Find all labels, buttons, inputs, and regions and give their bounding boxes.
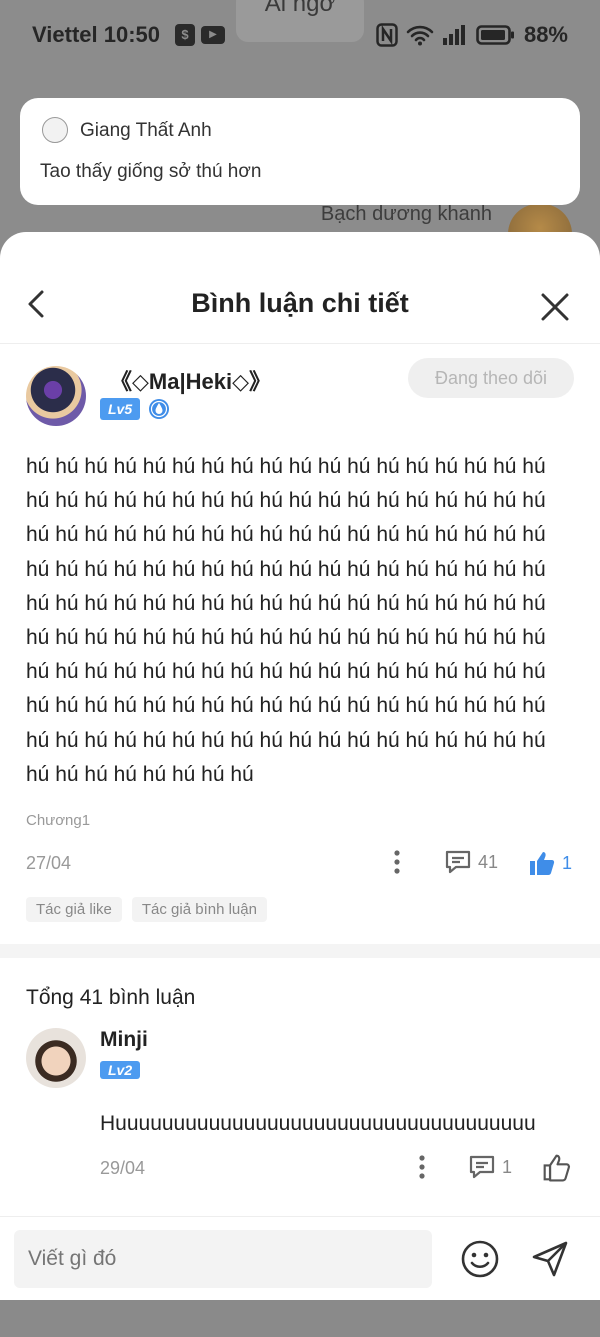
nfc-icon [376, 23, 398, 47]
notification-message: Tao thấy giống sở thú hơn [40, 161, 262, 182]
sheet-title: Bình luận chi tiết [191, 288, 409, 318]
notification-card[interactable]: Giang Thất Anh Tao thấy giống sở thú hơn [20, 98, 580, 205]
like-count: 1 [562, 852, 573, 873]
battery-icon [476, 25, 514, 45]
like-button[interactable]: 1 [528, 849, 572, 877]
total-comments-label: Tổng 41 bình luận [26, 986, 196, 1010]
tag-author-commented: Tác giả bình luận [131, 897, 267, 923]
comment-date: 27/04 [26, 853, 72, 874]
author-row: 《◇Ma|Heki◇》 Lv5 Đang theo dõi [26, 344, 574, 428]
chapter-label[interactable]: Chương1 [26, 812, 574, 829]
replies-section: Tổng 41 bình luận Minji Lv2 Huuuuuuuuuuu… [0, 986, 600, 1182]
comment-content: hú hú hú hú hú hú hú hú hú hú hú hú hú h… [26, 455, 546, 786]
emoji-icon[interactable] [460, 1239, 500, 1279]
status-bar: Viettel 10:50 $ ▶ 88% [0, 0, 600, 74]
comment-bubble-icon [445, 850, 471, 874]
wifi-icon [406, 25, 434, 46]
comment-bubble-icon [469, 1155, 495, 1179]
avatar[interactable] [26, 1028, 86, 1089]
reply-badges: Lv2 [100, 1060, 141, 1080]
level-badge: Lv2 [100, 1061, 141, 1080]
notification-avatar [42, 117, 68, 143]
author-badges: Lv5 [100, 398, 170, 420]
section-divider [0, 944, 600, 959]
comment-input-bar [0, 1216, 600, 1300]
notification-sender: Giang Thất Anh [80, 120, 212, 141]
reply-author-name[interactable]: Minji [100, 1028, 148, 1052]
reply-comment-button[interactable]: 1 [468, 1154, 512, 1180]
reply-comment-count: 1 [502, 1156, 513, 1177]
tag-author-liked: Tác giả like [26, 897, 122, 923]
notification-icons: $ ▶ [175, 24, 225, 46]
comment-input[interactable] [14, 1230, 432, 1288]
following-button[interactable]: Đang theo dõi [408, 358, 574, 398]
reply-date: 29/04 [100, 1158, 146, 1179]
system-navigation-bar [0, 1300, 600, 1337]
battery-percent: 88% [523, 22, 568, 47]
reply-text: Huuuuuuuuuuuuuuuuuuuuuuuuuuuuuuuuuuuu [100, 1112, 536, 1136]
main-comment: 《◇Ma|Heki◇》 Lv5 Đang theo dõi hú hú hú h… [0, 344, 600, 923]
sheet-header: Bình luận chi tiết [0, 232, 600, 344]
comment-detail-sheet: Bình luận chi tiết 《◇Ma|Heki◇》 Lv5 Đang … [0, 232, 600, 1300]
comment-actions: 27/04 41 1 [26, 835, 574, 883]
shopping-bag-icon: $ [175, 24, 195, 46]
comment-count-button[interactable]: 41 [444, 849, 498, 875]
more-options-icon[interactable] [411, 1154, 433, 1180]
water-drop-badge-icon [149, 399, 170, 419]
send-icon[interactable] [530, 1239, 570, 1279]
author-name[interactable]: 《◇Ma|Heki◇》 [110, 364, 271, 396]
signal-icon [442, 25, 465, 45]
level-badge: Lv5 [100, 398, 141, 420]
carrier-time: Viettel 10:50 [32, 22, 161, 47]
system-icons: 88% [376, 22, 568, 48]
avatar[interactable] [26, 366, 86, 426]
background-avatar [508, 204, 572, 234]
author-tags: Tác giả like Tác giả bình luận [26, 897, 574, 923]
background-username: Bạch dương khanh [320, 203, 492, 225]
thumbs-up-filled-icon [530, 852, 555, 876]
close-icon[interactable] [540, 292, 570, 322]
youtube-icon: ▶ [201, 26, 225, 44]
list-item: Minji Lv2 Huuuuuuuuuuuuuuuuuuuuuuuuuuuuu… [26, 1010, 574, 1182]
comment-count: 41 [478, 851, 499, 872]
thumbs-up-icon[interactable] [542, 1152, 572, 1182]
more-options-icon[interactable] [386, 849, 408, 875]
